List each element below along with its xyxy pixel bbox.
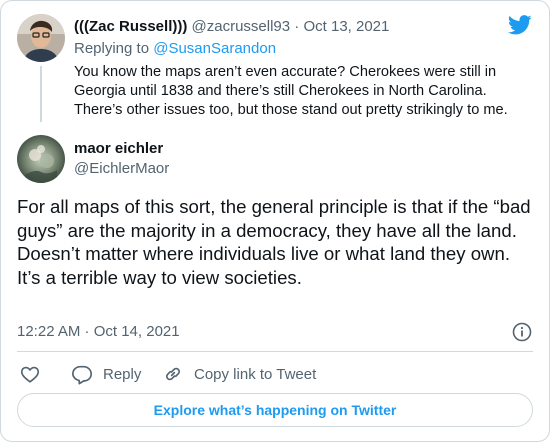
parent-handle[interactable]: @zacrussell93 (192, 18, 291, 35)
divider (17, 351, 533, 352)
author-avatar[interactable] (17, 135, 65, 183)
info-icon[interactable] (511, 321, 533, 343)
reply-button[interactable]: Reply (71, 363, 141, 385)
tweet-embed-card: (((Zac Russell))) @zacrussell93 · Oct 13… (0, 0, 550, 442)
heart-icon (20, 366, 40, 383)
twitter-bird-icon[interactable] (508, 15, 532, 35)
replying-to-mention[interactable]: @SusanSarandon (153, 40, 276, 57)
parent-separator: · (294, 18, 300, 35)
parent-display-name[interactable]: (((Zac Russell))) (74, 18, 187, 35)
replying-to: Replying to @SusanSarandon (74, 39, 276, 59)
parent-tweet-text: You know the maps aren’t even accurate? … (74, 64, 508, 118)
link-icon (165, 367, 181, 381)
explore-twitter-button[interactable]: Explore what’s happening on Twitter (17, 393, 533, 427)
tweet-timestamp[interactable]: 12:22 AM · Oct 14, 2021 (17, 322, 180, 342)
copy-link-label: Copy link to Tweet (194, 365, 317, 383)
author-display-name[interactable]: maor eichler (74, 139, 163, 159)
tweet-text: For all maps of this sort, the general p… (17, 196, 531, 288)
replying-to-label: Replying to (74, 40, 150, 57)
parent-avatar[interactable] (17, 14, 65, 62)
like-button[interactable] (19, 363, 41, 385)
reply-label: Reply (103, 365, 142, 383)
author-handle[interactable]: @EichlerMaor (74, 159, 169, 179)
parent-author-line: (((Zac Russell))) @zacrussell93 · Oct 13… (74, 17, 389, 37)
reply-bubble-icon (72, 365, 92, 385)
thread-connector-line (40, 66, 42, 122)
parent-date[interactable]: Oct 13, 2021 (303, 18, 389, 35)
copy-link-button[interactable]: Copy link to Tweet (162, 363, 316, 385)
